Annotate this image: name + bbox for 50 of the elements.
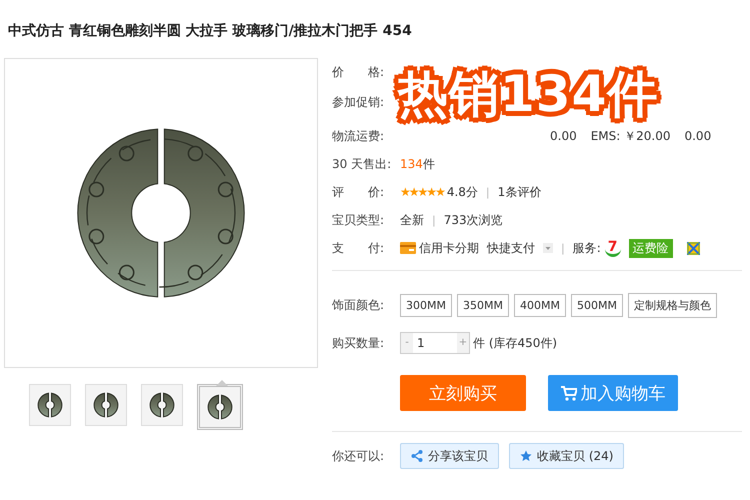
quantity-field[interactable]: 1 [413, 333, 457, 353]
service-label: 服务: [572, 240, 601, 256]
view-count: 733次浏览 [444, 212, 503, 228]
sold-count: 134件 [400, 156, 435, 172]
field-label: 物流运费: [332, 128, 386, 144]
payment-method: 快捷支付 [487, 240, 535, 256]
stock-text: 件 (库存450件) [473, 334, 558, 352]
star-rating: ★★★★★ [400, 185, 444, 199]
cart-icon [560, 386, 576, 400]
quantity-stepper[interactable]: - 1 + [400, 332, 470, 354]
field-label: 30 天售出: [332, 156, 392, 172]
thumbnail-image[interactable] [29, 384, 71, 426]
field-label: 价 格: [332, 64, 386, 80]
size-option[interactable]: 400MM [514, 294, 566, 316]
separator: | [486, 186, 490, 198]
return-service-badge[interactable]: 7 [604, 240, 621, 256]
field-label: 饰面颜色: [332, 296, 386, 314]
service-icon[interactable] [686, 242, 700, 254]
field-label: 购买数量: [332, 334, 386, 352]
field-label: 参加促销: [332, 94, 386, 110]
pointer-icon [216, 380, 228, 386]
field-label: 支 付: [332, 240, 386, 256]
rating-score: 4.8分 [446, 184, 478, 200]
ring-thumbnail-drawing [94, 392, 118, 418]
payment-method: 信用卡分期 [419, 240, 479, 256]
size-option[interactable]: 300MM [400, 294, 452, 316]
shipping-fee: EMS: ￥20.00 [590, 128, 670, 144]
share-icon [411, 450, 423, 462]
product-title: 中式仿古 青红铜色雕刻半圆 大拉手 玻璃移门/推拉木门把手 454 [7, 22, 413, 41]
share-button[interactable]: 分享该宝贝 [400, 443, 499, 469]
field-label: 宝贝类型: [332, 212, 386, 228]
credit-card-icon [400, 242, 416, 254]
ring-thumbnail-drawing [150, 392, 174, 418]
field-label: 你还可以: [332, 448, 386, 464]
field-label: 评 价: [332, 184, 386, 200]
ring-thumbnail-drawing [208, 394, 232, 420]
ring-thumbnail-drawing [38, 392, 62, 418]
item-condition: 全新 [400, 212, 424, 228]
size-option[interactable]: 350MM [456, 294, 509, 316]
size-option[interactable]: 500MM [570, 294, 623, 316]
review-link[interactable]: 1条评价 [498, 184, 542, 200]
separator: | [432, 214, 436, 226]
shipping-fee: 0.00 [550, 129, 577, 143]
size-option[interactable]: 定制规格与颜色 [628, 292, 717, 318]
favorite-button[interactable]: 收藏宝贝 (24) [509, 443, 624, 469]
star-icon [520, 450, 532, 462]
thumbnail-image[interactable] [85, 384, 127, 426]
thumbnail-image[interactable] [141, 384, 183, 426]
shipping-fee: 0.00 [684, 129, 712, 143]
separator: | [561, 242, 565, 254]
